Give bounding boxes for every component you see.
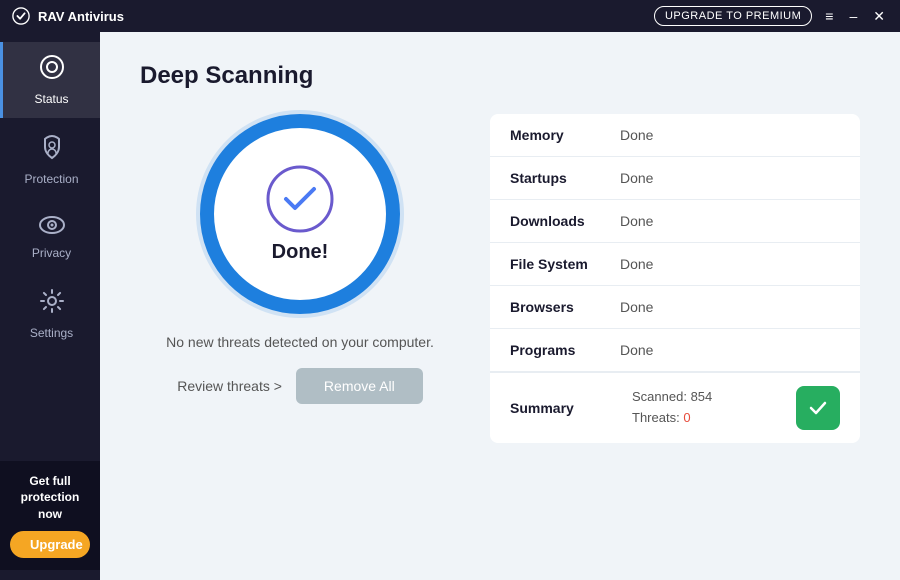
upgrade-premium-button[interactable]: UPGRADE TO PREMIUM [654, 6, 812, 26]
sidebar: Status Protection Privacy [0, 32, 100, 580]
scan-row-name-programs: Programs [510, 342, 620, 358]
threats-label: Threats: [632, 410, 680, 425]
scan-row-downloads: Downloads Done [490, 200, 860, 243]
sidebar-protection-label: Protection [24, 172, 78, 186]
scan-row-status-programs: Done [620, 342, 653, 358]
remove-all-button[interactable]: Remove All [296, 368, 423, 404]
scan-row-name-startups: Startups [510, 170, 620, 186]
review-threats-button[interactable]: Review threats > [177, 378, 282, 394]
title-bar-controls: UPGRADE TO PREMIUM ≡ – ✕ [654, 6, 888, 26]
scan-row-name-browsers: Browsers [510, 299, 620, 315]
scan-row-name-downloads: Downloads [510, 213, 620, 229]
upgrade-button[interactable]: Upgrade [10, 531, 90, 558]
summary-stats: Scanned: 854 Threats: 0 [632, 387, 784, 429]
summary-label: Summary [510, 400, 620, 416]
scan-row-memory: Memory Done [490, 114, 860, 157]
app-title: RAV Antivirus [38, 9, 124, 24]
left-panel: Done! No new threats detected on your co… [140, 114, 460, 560]
app-body: Status Protection Privacy [0, 32, 900, 580]
settings-icon [39, 288, 65, 320]
sidebar-item-privacy[interactable]: Privacy [0, 202, 100, 272]
scanned-label: Scanned: [632, 389, 687, 404]
sidebar-settings-label: Settings [30, 326, 73, 340]
title-bar: RAV Antivirus UPGRADE TO PREMIUM ≡ – ✕ [0, 0, 900, 32]
rav-logo-icon [12, 7, 30, 25]
done-check-icon [266, 165, 334, 233]
summary-check-icon [806, 396, 830, 420]
no-threats-message: No new threats detected on your computer… [166, 334, 434, 350]
scanned-number: 854 [691, 389, 713, 404]
sidebar-upgrade-section: Get full protection now Upgrade [0, 461, 100, 570]
scan-row-summary: Summary Scanned: 854 Threats: 0 [490, 372, 860, 443]
summary-check-button[interactable] [796, 386, 840, 430]
main-content: Deep Scanning Done! [100, 32, 900, 580]
scanned-count: Scanned: 854 [632, 387, 784, 408]
page-title: Deep Scanning [140, 62, 860, 90]
minimize-button[interactable]: – [846, 8, 860, 24]
done-text: Done! [272, 241, 329, 264]
main-row: Done! No new threats detected on your co… [140, 114, 860, 560]
sidebar-item-status[interactable]: Status [0, 42, 100, 118]
scan-row-programs: Programs Done [490, 329, 860, 372]
sidebar-item-settings[interactable]: Settings [0, 276, 100, 352]
app-title-area: RAV Antivirus [12, 7, 124, 25]
scan-circle-outer: Done! [200, 114, 400, 314]
scan-row-status-browsers: Done [620, 299, 653, 315]
status-icon [39, 54, 65, 86]
sidebar-status-label: Status [34, 92, 68, 106]
scan-circle: Done! [200, 114, 400, 314]
menu-button[interactable]: ≡ [822, 8, 836, 24]
scan-row-name-memory: Memory [510, 127, 620, 143]
threats-count: Threats: 0 [632, 408, 784, 429]
scan-row-startups: Startups Done [490, 157, 860, 200]
scan-results-panel: Memory Done Startups Done Downloads Done… [490, 114, 860, 560]
protection-icon [40, 134, 64, 166]
sidebar-upgrade-text: Get full protection now [8, 473, 92, 523]
threats-number: 0 [683, 410, 690, 425]
scan-circle-inner: Done! [266, 165, 334, 264]
scan-row-status-downloads: Done [620, 213, 653, 229]
scan-row-name-filesystem: File System [510, 256, 620, 272]
privacy-icon [39, 214, 65, 240]
scan-row-status-startups: Done [620, 170, 653, 186]
action-row: Review threats > Remove All [177, 368, 422, 404]
close-button[interactable]: ✕ [870, 8, 888, 25]
sidebar-privacy-label: Privacy [32, 246, 71, 260]
scan-row-status-memory: Done [620, 127, 653, 143]
scan-row-status-filesystem: Done [620, 256, 653, 272]
scan-row-filesystem: File System Done [490, 243, 860, 286]
scan-row-browsers: Browsers Done [490, 286, 860, 329]
sidebar-item-protection[interactable]: Protection [0, 122, 100, 198]
